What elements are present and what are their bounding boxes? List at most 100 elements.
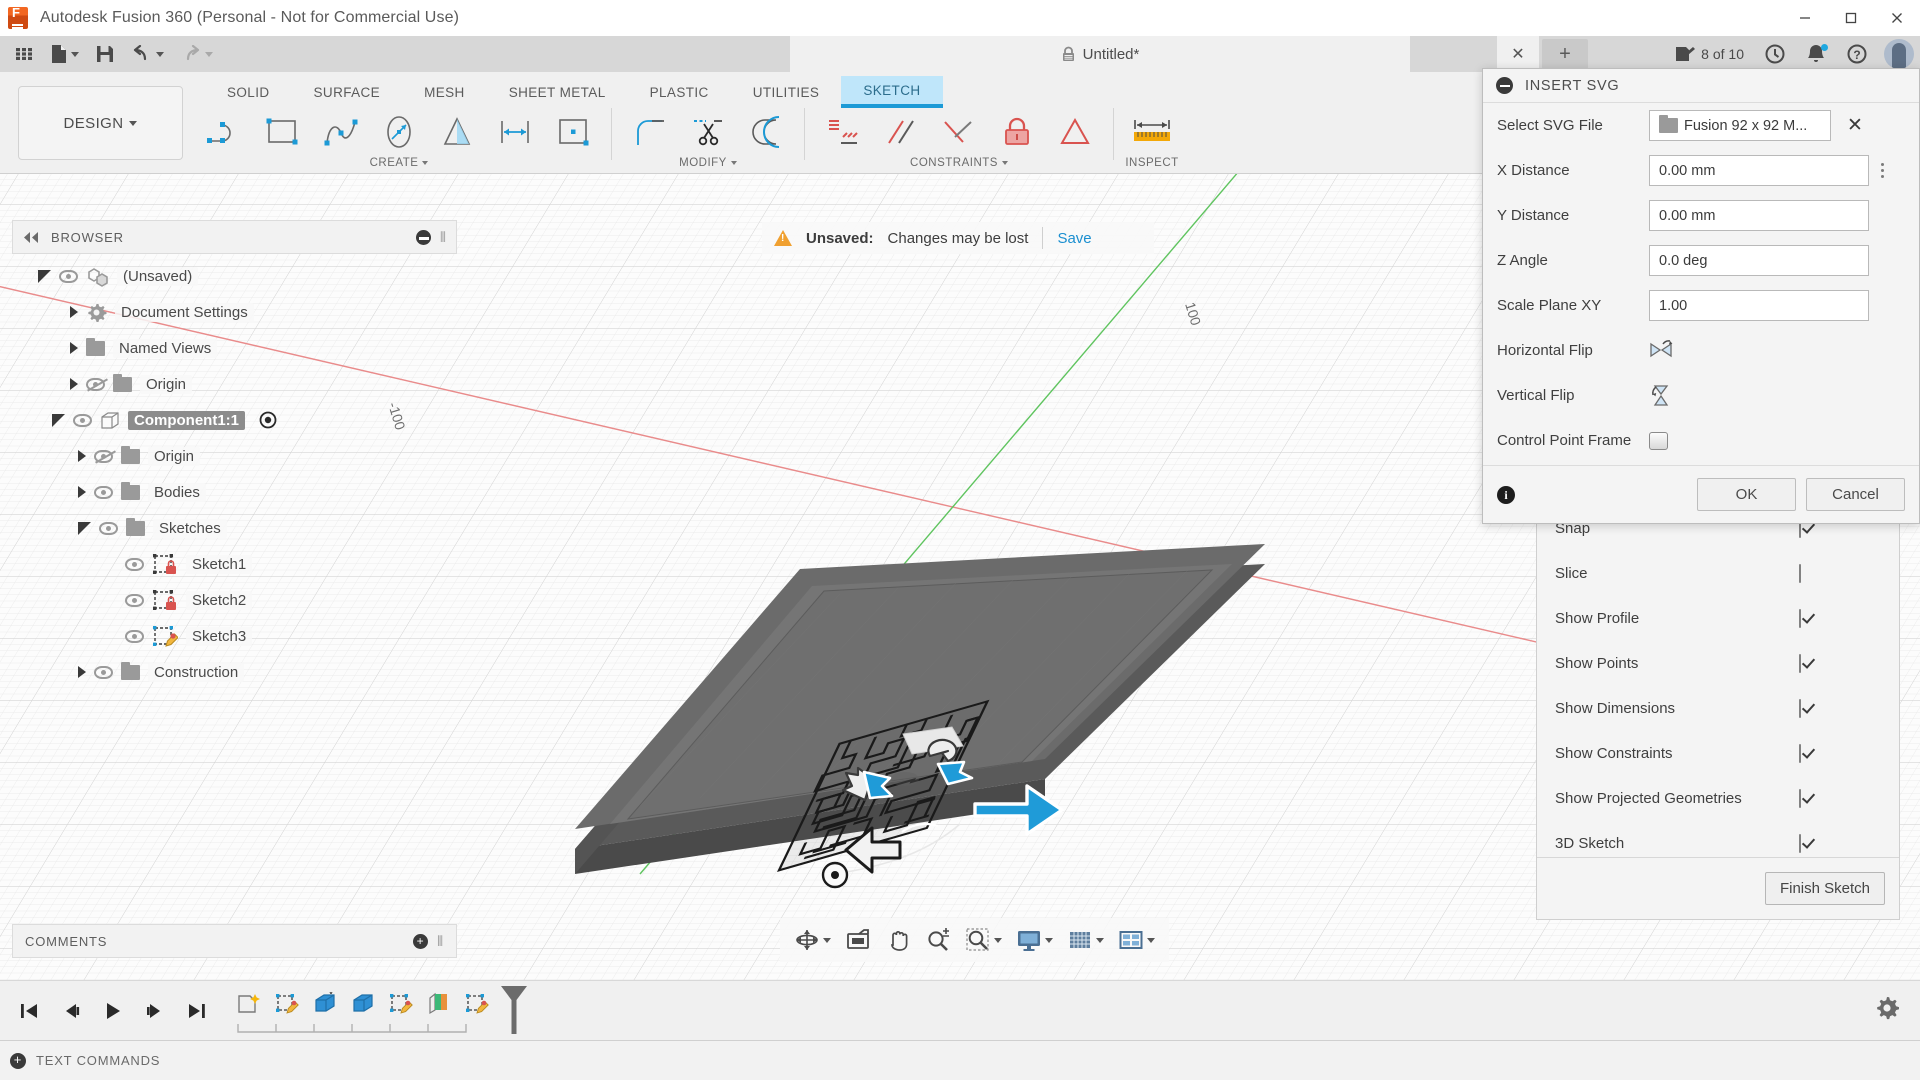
save-button[interactable]	[87, 39, 123, 69]
recent-activity-button[interactable]	[1756, 38, 1794, 70]
tree-item-origin-child[interactable]: Origin	[12, 438, 457, 474]
constraint-perpendicular-icon[interactable]	[930, 109, 988, 155]
tab-surface[interactable]: SURFACE	[292, 76, 403, 108]
tool-fillet-icon[interactable]	[621, 109, 679, 155]
visibility-eye-off-icon[interactable]	[86, 378, 105, 391]
timeline-settings-gear-icon[interactable]	[1874, 995, 1900, 1026]
timeline-item-extrude-2[interactable]	[344, 984, 382, 1024]
zoom-icon[interactable]	[919, 922, 957, 958]
timeline-item-shell[interactable]	[420, 984, 458, 1024]
cancel-button[interactable]: Cancel	[1806, 478, 1905, 511]
tree-item-component1[interactable]: Component1:1	[12, 402, 457, 438]
palette-option-show-projected-geometries[interactable]: Show Projected Geometries	[1537, 776, 1899, 821]
slice-checkbox[interactable]	[1799, 564, 1801, 583]
go-to-beginning-icon[interactable]	[10, 991, 48, 1031]
maximize-button[interactable]	[1828, 0, 1874, 36]
constraint-fix-lock-icon[interactable]	[988, 109, 1046, 155]
info-icon[interactable]: i	[1497, 486, 1515, 504]
viewports-icon[interactable]	[1112, 922, 1161, 958]
visibility-eye-icon[interactable]	[94, 666, 113, 679]
collapse-left-icon[interactable]	[23, 232, 39, 243]
grid-snaps-icon[interactable]	[1061, 922, 1110, 958]
visibility-eye-icon[interactable]	[59, 270, 78, 283]
timeline-item-sketch-3[interactable]	[458, 984, 496, 1024]
visibility-eye-icon[interactable]	[125, 558, 144, 571]
expander-open-icon[interactable]	[52, 414, 65, 427]
tree-item-named-views[interactable]: Named Views	[12, 330, 457, 366]
tab-sketch[interactable]: SKETCH	[841, 76, 942, 108]
expander-closed-icon[interactable]	[78, 450, 86, 462]
3d-sketch-checkbox[interactable]	[1799, 834, 1801, 853]
tool-slot-icon[interactable]	[486, 109, 544, 155]
vertical-flip-icon[interactable]	[1649, 383, 1675, 409]
tab-utilities[interactable]: UTILITIES	[731, 76, 842, 108]
tree-item-sketch1[interactable]: Sketch1	[12, 546, 457, 582]
tool-polygon-icon[interactable]	[428, 109, 486, 155]
tool-measure-icon[interactable]	[1123, 109, 1181, 155]
workspace-selector-design[interactable]: DESIGN	[18, 86, 183, 160]
add-comment-icon[interactable]: +	[413, 934, 428, 949]
visibility-eye-icon[interactable]	[73, 414, 92, 427]
document-tab[interactable]: Untitled*	[790, 36, 1410, 72]
tool-trim-icon[interactable]	[679, 109, 737, 155]
tab-solid[interactable]: SOLID	[205, 76, 292, 108]
help-button[interactable]: ?	[1838, 38, 1876, 70]
ribbon-group-label-modify[interactable]: MODIFY	[679, 157, 737, 169]
show-dimensions-checkbox[interactable]	[1799, 699, 1801, 718]
play-icon[interactable]	[94, 991, 132, 1031]
show-profile-checkbox[interactable]	[1799, 609, 1801, 628]
expander-closed-icon[interactable]	[78, 666, 86, 678]
browser-resize-grip[interactable]: ⦀	[440, 229, 446, 246]
y-distance-input[interactable]: 0.00 mm	[1649, 200, 1869, 231]
tree-item-bodies[interactable]: Bodies	[12, 474, 457, 510]
show-points-checkbox[interactable]	[1799, 654, 1801, 673]
tree-item-sketch3[interactable]: Sketch3	[12, 618, 457, 654]
ribbon-group-label-inspect[interactable]: INSPECT	[1125, 157, 1178, 169]
look-at-icon[interactable]	[839, 922, 877, 958]
z-angle-input[interactable]: 0.0 deg	[1649, 245, 1869, 276]
jobs-status-button[interactable]: 8 of 10	[1666, 38, 1752, 70]
undo-button[interactable]	[123, 39, 172, 69]
visibility-eye-icon[interactable]	[94, 486, 113, 499]
app-grid-icon[interactable]	[6, 39, 42, 69]
tool-point-icon[interactable]	[544, 109, 602, 155]
zoom-window-icon[interactable]	[959, 922, 1008, 958]
timeline-item-sketch[interactable]	[268, 984, 306, 1024]
step-back-icon[interactable]	[52, 991, 90, 1031]
add-icon[interactable]: +	[10, 1053, 26, 1069]
pan-icon[interactable]	[879, 922, 917, 958]
redo-button[interactable]	[172, 39, 221, 69]
new-file-button[interactable]	[42, 39, 87, 69]
expander-open-icon[interactable]	[78, 522, 91, 535]
clear-svg-file-button[interactable]: ✕	[1847, 116, 1863, 135]
visibility-eye-off-icon[interactable]	[94, 450, 113, 463]
tool-ellipse-icon[interactable]	[370, 109, 428, 155]
tree-item-construction[interactable]: Construction	[12, 654, 457, 690]
tool-rectangle-icon[interactable]	[254, 109, 312, 155]
show-constraints-checkbox[interactable]	[1799, 744, 1801, 763]
expander-open-icon[interactable]	[38, 270, 51, 283]
palette-option-show-points[interactable]: Show Points	[1537, 641, 1899, 686]
close-button[interactable]	[1874, 0, 1920, 36]
ribbon-group-label-constraints[interactable]: CONSTRAINTS	[910, 157, 1008, 169]
expander-closed-icon[interactable]	[70, 378, 78, 390]
palette-option-slice[interactable]: Slice	[1537, 551, 1899, 596]
constraint-coincident-icon[interactable]	[814, 109, 872, 155]
tab-mesh[interactable]: MESH	[402, 76, 487, 108]
activate-component-icon[interactable]	[259, 411, 277, 429]
comments-panel-header[interactable]: COMMENTS + ⦀	[12, 924, 457, 958]
user-avatar[interactable]	[1884, 39, 1914, 69]
visibility-eye-icon[interactable]	[125, 630, 144, 643]
palette-option-show-constraints[interactable]: Show Constraints	[1537, 731, 1899, 776]
ok-button[interactable]: OK	[1697, 478, 1796, 511]
horizontal-flip-icon[interactable]	[1649, 339, 1675, 363]
comments-resize-grip[interactable]: ⦀	[437, 933, 444, 950]
timeline-item-new-component[interactable]	[230, 984, 268, 1024]
timeline-marker-icon[interactable]	[498, 984, 530, 1038]
tree-item-document-settings[interactable]: Document Settings	[12, 294, 457, 330]
palette-option-show-dimensions[interactable]: Show Dimensions	[1537, 686, 1899, 731]
visibility-eye-icon[interactable]	[125, 594, 144, 607]
finish-sketch-button[interactable]: Finish Sketch	[1765, 872, 1885, 905]
go-to-end-icon[interactable]	[178, 991, 216, 1031]
tool-offset-icon[interactable]	[737, 109, 795, 155]
